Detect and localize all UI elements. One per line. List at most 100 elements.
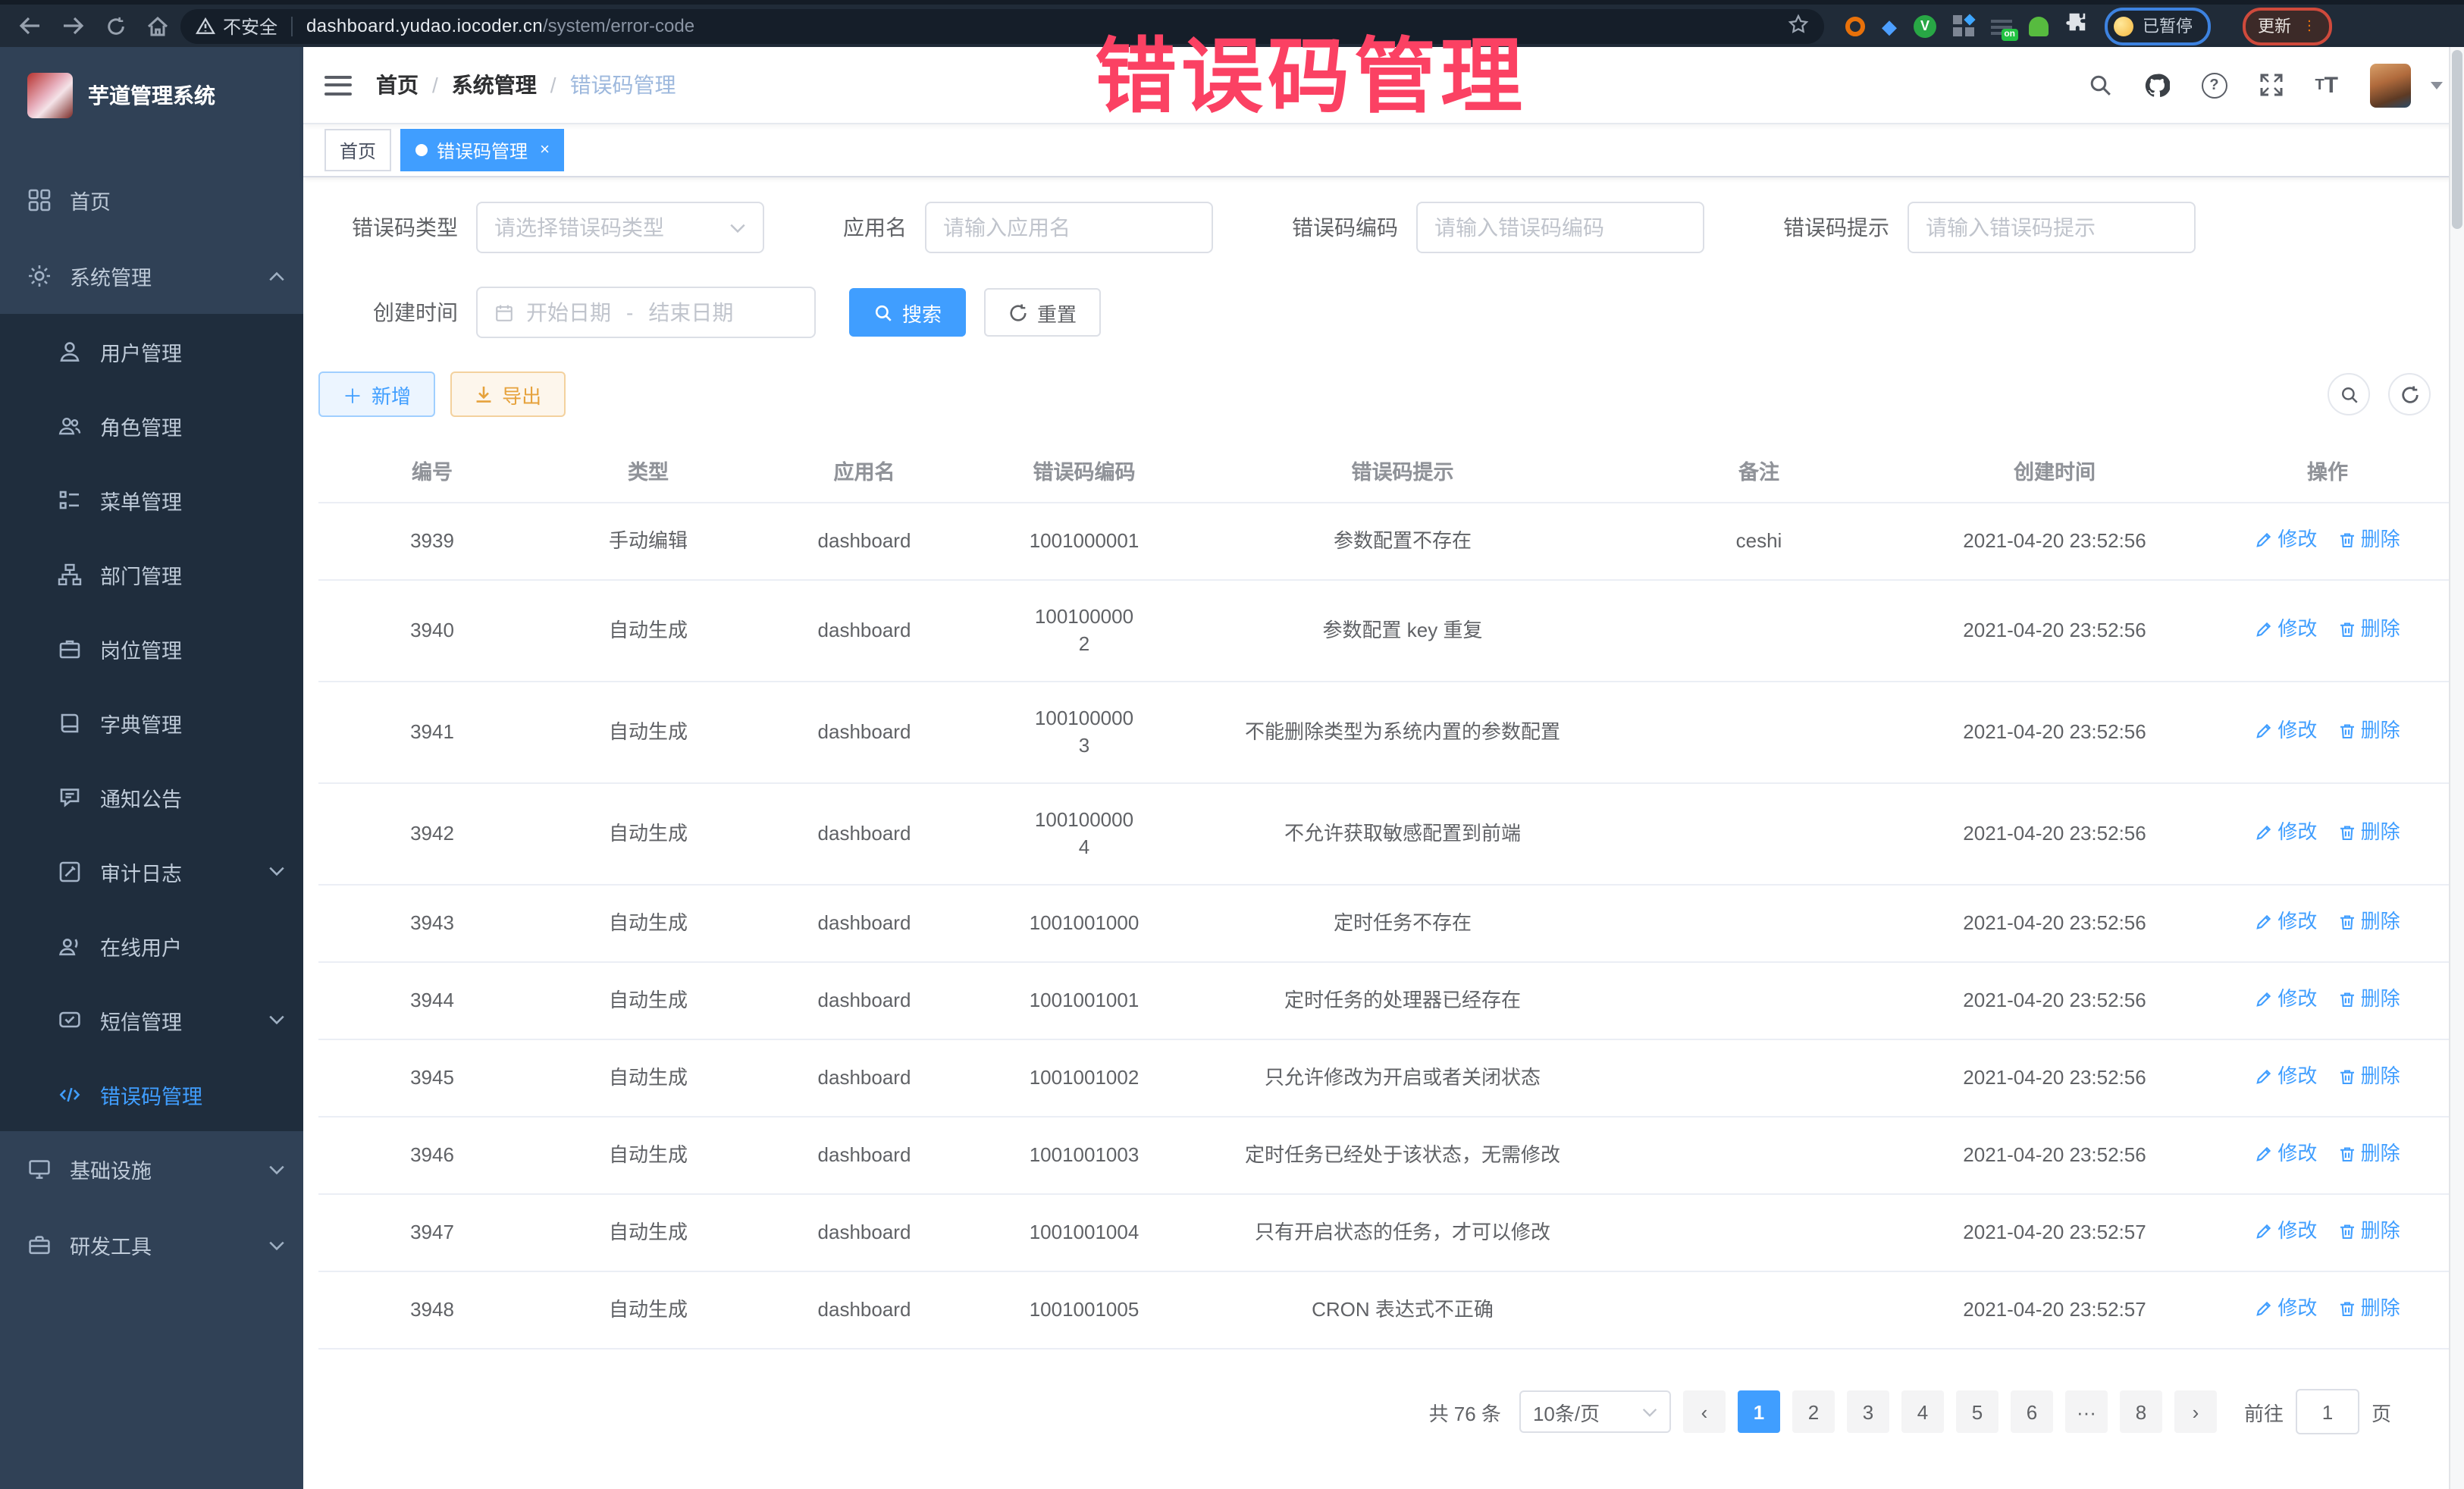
font-size-icon[interactable]: TT (2315, 72, 2338, 98)
edit-link[interactable]: 修改 (2255, 908, 2317, 936)
sidebar-item[interactable]: 首页 (0, 162, 303, 238)
sidebar-item[interactable]: 研发工具 (0, 1207, 303, 1283)
address-bar[interactable]: 不安全 dashboard.yudao.iocoder.cn/system/er… (180, 8, 1824, 43)
sidebar-item[interactable]: 基础设施 (0, 1131, 303, 1207)
sidebar-item[interactable]: 短信管理 (0, 983, 303, 1057)
window-scrollbar[interactable] (2449, 47, 2464, 1489)
edit-link[interactable]: 修改 (2255, 1140, 2317, 1168)
page-size-value: 10条/页 (1533, 1397, 1600, 1426)
tag-close-icon[interactable]: × (540, 141, 550, 159)
error-msg-input[interactable]: 请输入错误码提示 (1908, 202, 2196, 253)
search-icon (873, 303, 893, 322)
delete-link[interactable]: 删除 (2338, 1063, 2400, 1090)
sidebar-item[interactable]: 部门管理 (0, 537, 303, 611)
delete-link[interactable]: 删除 (2338, 1295, 2400, 1322)
delete-link[interactable]: 删除 (2338, 908, 2400, 936)
edit-link[interactable]: 修改 (2255, 616, 2317, 643)
edit-link[interactable]: 修改 (2255, 819, 2317, 846)
delete-link[interactable]: 删除 (2338, 1140, 2400, 1168)
delete-link[interactable]: 删除 (2338, 717, 2400, 744)
page-button[interactable]: 4 (1901, 1390, 1944, 1433)
goto-page-input[interactable] (2296, 1389, 2359, 1434)
delete-link[interactable]: 删除 (2338, 986, 2400, 1013)
sidebar-item[interactable]: 用户管理 (0, 314, 303, 388)
show-search-button[interactable] (2328, 373, 2370, 415)
browser-update-button[interactable]: 更新 ⋮ (2243, 7, 2332, 45)
sidebar-item[interactable]: 系统管理 (0, 238, 303, 314)
edit-link[interactable]: 修改 (2255, 1218, 2317, 1245)
page-button[interactable]: ··· (2065, 1390, 2108, 1433)
sidebar-item[interactable]: 菜单管理 (0, 462, 303, 537)
fullscreen-icon[interactable] (2259, 73, 2283, 97)
error-type-select[interactable]: 请选择错误码类型 (476, 202, 764, 253)
extension-grid-icon[interactable] (1953, 15, 1974, 36)
date-range-picker[interactable]: 开始日期 - 结束日期 (476, 287, 816, 338)
delete-link[interactable]: 删除 (2338, 1218, 2400, 1245)
select-placeholder: 请选择错误码类型 (494, 212, 664, 243)
search-button[interactable]: 搜索 (849, 288, 966, 337)
browser-refresh-icon[interactable] (106, 16, 126, 36)
edit-link[interactable]: 修改 (2255, 526, 2317, 553)
browser-forward-icon[interactable] (62, 17, 85, 35)
cell-code: 1001001000 (978, 887, 1190, 960)
avatar-caret-icon[interactable] (2431, 81, 2443, 89)
help-icon[interactable]: ? (2201, 72, 2227, 98)
cell-type: 自动生成 (546, 964, 751, 1037)
sidebar-item[interactable]: 角色管理 (0, 388, 303, 462)
browser-back-icon[interactable] (18, 17, 41, 35)
export-button[interactable]: 导出 (450, 371, 566, 417)
tag-label: 首页 (340, 137, 376, 163)
reset-button[interactable]: 重置 (984, 288, 1101, 337)
sidebar-item[interactable]: 审计日志 (0, 834, 303, 908)
add-button[interactable]: ＋ 新增 (318, 371, 435, 417)
refresh-table-button[interactable] (2388, 373, 2431, 415)
edit-link[interactable]: 修改 (2255, 986, 2317, 1013)
profile-paused-badge[interactable]: 已暂停 (2105, 7, 2211, 45)
sidebar-item[interactable]: 通知公告 (0, 760, 303, 834)
delete-link[interactable]: 删除 (2338, 819, 2400, 846)
extension-green-icon[interactable]: V (1914, 14, 1936, 37)
delete-link[interactable]: 删除 (2338, 616, 2400, 643)
edit-link[interactable]: 修改 (2255, 717, 2317, 744)
sidebar-item[interactable]: 错误码管理 (0, 1057, 303, 1131)
page-button[interactable]: 2 (1792, 1390, 1835, 1433)
filter-time-label: 创建时间 (318, 297, 458, 328)
extension-blue-icon[interactable]: ◆ (1882, 16, 1897, 36)
user-avatar[interactable] (2370, 63, 2411, 107)
extension-list-icon[interactable]: on (1991, 17, 2012, 35)
breadcrumb-section[interactable]: 系统管理 (452, 70, 537, 100)
page-button[interactable]: 8 (2120, 1390, 2162, 1433)
github-icon[interactable] (2143, 72, 2169, 98)
sidebar-logo[interactable]: 芋道管理系统 (0, 47, 303, 144)
extension-person-icon[interactable] (2029, 16, 2049, 36)
app-name-input[interactable]: 请输入应用名 (925, 202, 1213, 253)
prev-page-button[interactable]: ‹ (1683, 1390, 1726, 1433)
browser-menu-dots-icon[interactable]: ⋮ (2302, 23, 2317, 30)
scrollbar-thumb[interactable] (2452, 50, 2462, 229)
browser-home-icon[interactable] (147, 16, 168, 36)
hamburger-icon[interactable] (324, 70, 352, 100)
page-button[interactable]: 5 (1956, 1390, 1998, 1433)
edit-link[interactable]: 修改 (2255, 1295, 2317, 1322)
page-size-select[interactable]: 10条/页 (1519, 1390, 1671, 1433)
breadcrumb-home[interactable]: 首页 (376, 70, 419, 100)
tag-current[interactable]: 错误码管理 × (400, 129, 565, 171)
tag-home[interactable]: 首页 (324, 129, 391, 171)
extension-orange-icon[interactable] (1845, 16, 1865, 36)
plus-icon: ＋ (343, 380, 362, 409)
edit-link[interactable]: 修改 (2255, 1063, 2317, 1090)
menu-item-icon (27, 188, 52, 212)
page-button[interactable]: 6 (2011, 1390, 2053, 1433)
header-search-icon[interactable] (2087, 73, 2111, 97)
extensions-puzzle-icon[interactable] (2065, 11, 2088, 41)
sidebar-item[interactable]: 在线用户 (0, 908, 303, 983)
next-page-button[interactable]: › (2174, 1390, 2217, 1433)
error-code-input[interactable]: 请输入错误码编码 (1416, 202, 1704, 253)
bookmark-star-icon[interactable] (1788, 13, 1809, 39)
sidebar-item[interactable]: 字典管理 (0, 685, 303, 760)
page-button[interactable]: 1 (1738, 1390, 1780, 1433)
sidebar-item[interactable]: 岗位管理 (0, 611, 303, 685)
delete-label: 删除 (2361, 1063, 2400, 1090)
delete-link[interactable]: 删除 (2338, 526, 2400, 553)
page-button[interactable]: 3 (1847, 1390, 1889, 1433)
